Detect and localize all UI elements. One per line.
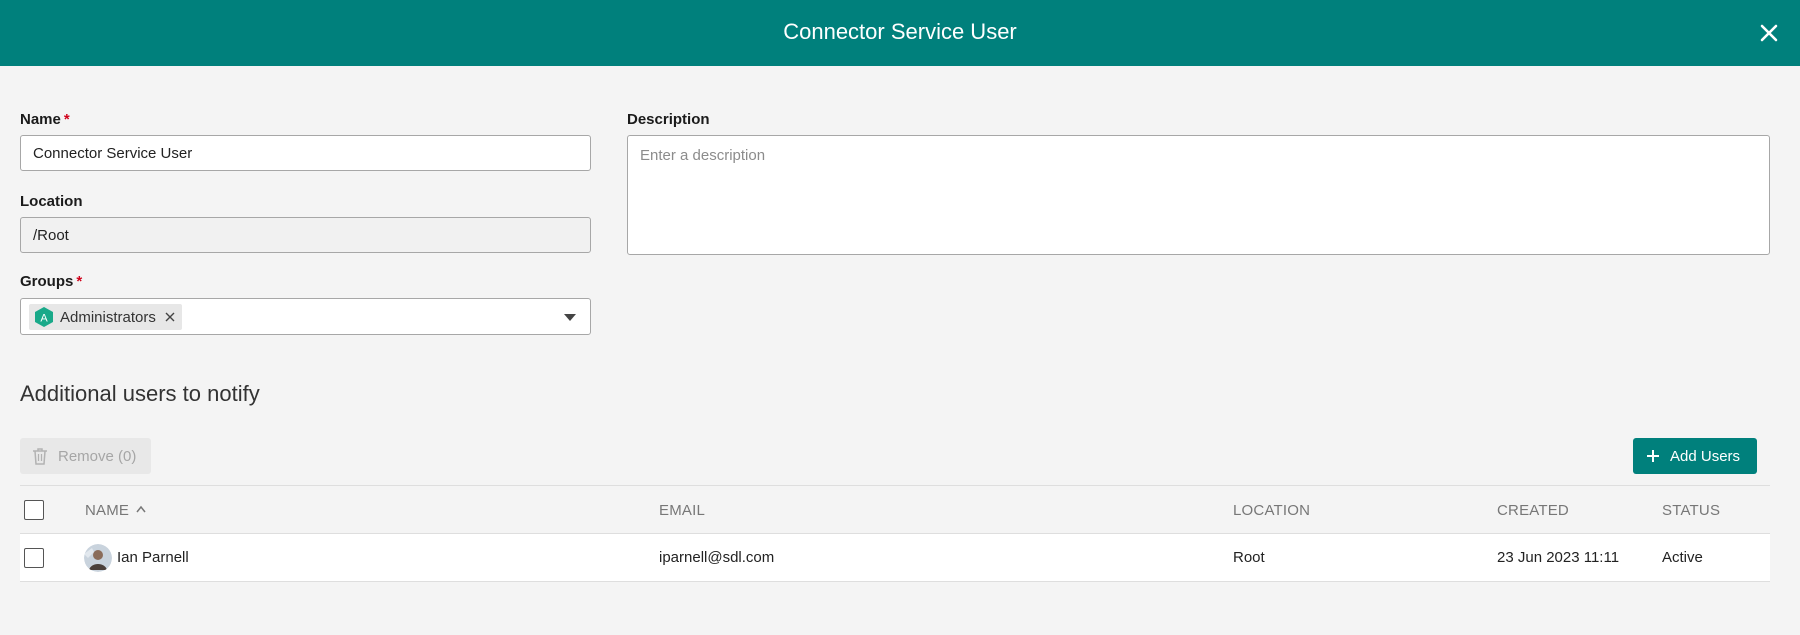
user-location: Root [1233,549,1265,566]
column-header-email[interactable]: EMAIL [659,502,705,519]
add-users-button-label: Add Users [1670,447,1741,465]
add-users-button[interactable]: Add Users [1633,438,1757,474]
column-header-status[interactable]: STATUS [1662,502,1720,519]
groups-select[interactable]: A Administrators [20,298,591,335]
section-title: Additional users to notify [20,381,260,406]
description-textarea[interactable]: Enter a description [627,135,1770,255]
group-chip-label: Administrators [60,308,156,326]
select-all-checkbox[interactable] [24,500,44,520]
location-label: Location [20,193,83,210]
name-input[interactable]: Connector Service User [20,135,591,171]
column-header-created[interactable]: CREATED [1497,502,1569,519]
remove-button[interactable]: Remove (0) [20,438,151,474]
location-input-value: /Root [33,227,69,244]
user-created: 23 Jun 2023 11:11 [1497,549,1620,566]
table-header: NAME EMAIL LOCATION CREATED STATUS [20,486,1770,534]
groups-label: Groups * [20,273,82,290]
group-badge-letter: A [40,313,48,325]
user-status: Active [1662,549,1703,566]
name-label-text: Name [20,111,61,128]
group-badge-icon: A [35,307,53,327]
description-label-text: Description [627,111,710,128]
column-header-name[interactable]: NAME [85,502,146,519]
location-input[interactable]: /Root [20,217,591,253]
column-header-name-label: NAME [85,502,130,519]
required-marker: * [63,111,70,128]
description-label: Description [627,111,710,128]
user-name: Ian Parnell [117,549,189,566]
trash-icon [33,448,47,465]
required-marker: * [76,273,83,290]
groups-label-text: Groups [20,273,74,290]
group-chip-administrators: A Administrators [29,304,182,330]
name-input-value: Connector Service User [33,145,193,162]
remove-chip-icon[interactable] [164,311,176,323]
location-label-text: Location [20,193,83,210]
column-header-location[interactable]: LOCATION [1233,502,1310,519]
chevron-down-icon[interactable] [564,314,576,321]
user-email: iparnell@sdl.com [659,549,775,566]
avatar [84,544,112,572]
remove-button-label: Remove (0) [58,447,137,465]
description-placeholder: Enter a description [640,147,766,164]
name-label: Name * [20,111,70,128]
table-row[interactable]: Ian Parnell iparnell@sdl.com Root 23 Jun… [20,534,1770,582]
dialog-header: Connector Service User [0,0,1800,66]
close-icon[interactable] [1754,18,1784,48]
plus-icon [1647,450,1659,462]
sort-ascending-icon[interactable] [136,505,146,513]
dialog-title: Connector Service User [783,19,1017,44]
row-checkbox[interactable] [24,548,44,568]
